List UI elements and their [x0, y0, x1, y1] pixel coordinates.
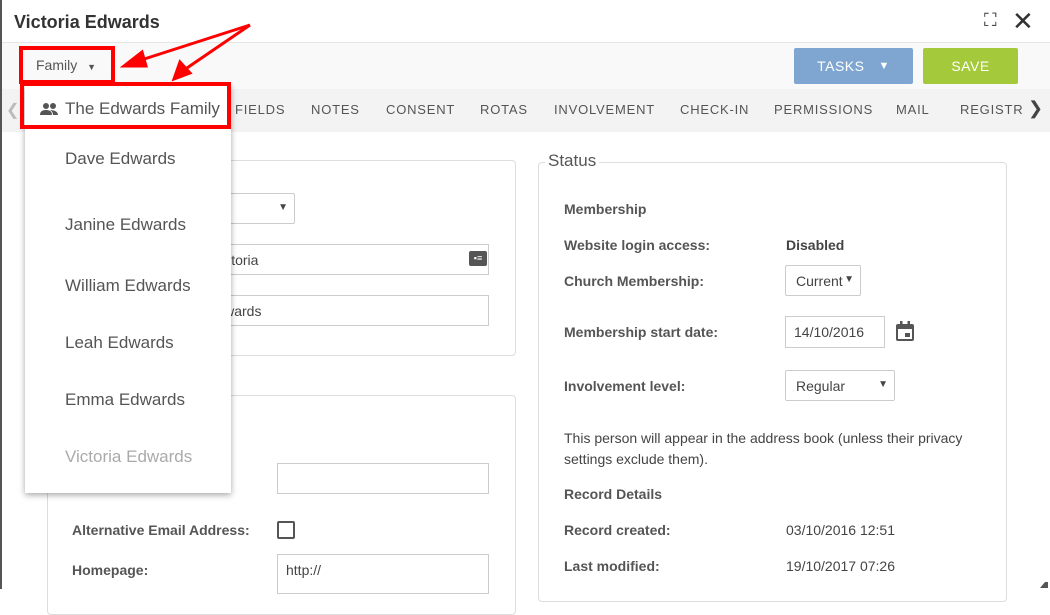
member-name: Janine Edwards	[65, 215, 186, 234]
arrow-head	[119, 49, 148, 68]
involvement-label: Involvement level:	[564, 378, 686, 394]
tab-rotas[interactable]: ROTAS	[480, 102, 528, 117]
family-menu: The Edwards Family Dave Edwards Janine Ed…	[25, 85, 231, 493]
caret-down-icon: ▼	[878, 60, 890, 72]
start-date-label: Membership start date:	[564, 324, 719, 340]
girl-icon	[39, 385, 59, 415]
girl-icon	[39, 328, 59, 358]
tab-registration[interactable]: REGISTR.	[960, 102, 1022, 117]
tab-mail[interactable]: MAIL	[896, 102, 930, 117]
man-icon	[39, 140, 59, 178]
status-legend: Status	[545, 151, 600, 171]
menu-item-member[interactable]: Janine Edwards	[25, 205, 231, 245]
member-name: Leah Edwards	[65, 333, 174, 352]
website-login-value: Disabled	[786, 237, 845, 253]
email-input[interactable]	[277, 463, 489, 494]
boy-icon	[39, 271, 59, 301]
menu-item-member[interactable]: Dave Edwards	[25, 139, 231, 179]
menu-item-member[interactable]: Leah Edwards	[25, 323, 231, 363]
expand-icon[interactable]: ⛶	[984, 10, 997, 31]
tasks-label: TASKS	[817, 58, 865, 74]
caret-down-icon: ▼	[278, 202, 288, 213]
arrow-line	[137, 23, 251, 63]
church-membership-value: Current	[796, 273, 843, 289]
website-login-label: Website login access:	[564, 237, 711, 253]
resize-handle-icon[interactable]	[1040, 580, 1048, 588]
tab-permissions[interactable]: PERMISSIONS	[774, 102, 873, 117]
involvement-select[interactable]: Regular ▼	[785, 370, 895, 401]
arrow-head	[171, 59, 193, 82]
caret-down-icon: ▼	[844, 274, 854, 285]
last-name-input[interactable]: Edwards	[198, 295, 489, 326]
tab-fields[interactable]: FIELDS	[235, 102, 285, 117]
alt-email-checkbox[interactable]	[277, 521, 295, 539]
contact-card-icon[interactable]: ▪≡	[469, 251, 487, 266]
tab-check-in[interactable]: CHECK-IN	[680, 102, 749, 117]
homepage-label: Homepage:	[72, 562, 149, 578]
woman-icon	[39, 206, 59, 244]
annotation-arrows	[119, 23, 251, 82]
last-modified-value: 19/10/2017 07:26	[786, 558, 895, 574]
caret-down-icon: ▼	[878, 379, 888, 390]
menu-item-member[interactable]: William Edwards	[25, 266, 231, 306]
church-membership-select[interactable]: Current ▼	[785, 265, 861, 296]
menu-item-member[interactable]: Victoria Edwards	[25, 437, 231, 477]
membership-heading: Membership	[564, 201, 647, 217]
alt-email-label: Alternative Email Address:	[72, 522, 250, 538]
record-details-heading: Record Details	[564, 486, 663, 502]
tab-notes[interactable]: NOTES	[311, 102, 360, 117]
first-name-input[interactable]: Victoria	[203, 244, 489, 275]
arrow-line	[183, 23, 251, 72]
record-created-label: Record created:	[564, 522, 671, 538]
address-book-note: This person will appear in the address b…	[564, 430, 963, 467]
tab-consent[interactable]: CONSENT	[386, 102, 455, 117]
involvement-value: Regular	[796, 378, 846, 394]
girl-icon	[39, 442, 59, 472]
start-date-input[interactable]: 14/10/2016	[785, 316, 885, 348]
chevron-right-icon[interactable]: ❯	[1028, 98, 1043, 119]
member-name: William Edwards	[65, 276, 191, 295]
close-icon[interactable]: ✕	[1012, 6, 1034, 37]
menu-item-member[interactable]: Emma Edwards	[25, 380, 231, 420]
homepage-input[interactable]: http://	[277, 554, 489, 594]
member-name: Dave Edwards	[65, 149, 176, 168]
record-created-value: 03/10/2016 12:51	[786, 522, 895, 538]
tasks-button[interactable]: TASKS ▼	[794, 48, 913, 84]
church-membership-label: Church Membership:	[564, 273, 705, 289]
last-modified-label: Last modified:	[564, 558, 660, 574]
save-button[interactable]: SAVE	[923, 48, 1018, 84]
chevron-left-icon[interactable]: ❮	[6, 100, 19, 120]
calendar-icon[interactable]	[894, 320, 916, 343]
tab-involvement[interactable]: INVOLVEMENT	[554, 102, 655, 117]
member-name: Emma Edwards	[65, 390, 185, 409]
member-name: Victoria Edwards	[65, 447, 193, 466]
